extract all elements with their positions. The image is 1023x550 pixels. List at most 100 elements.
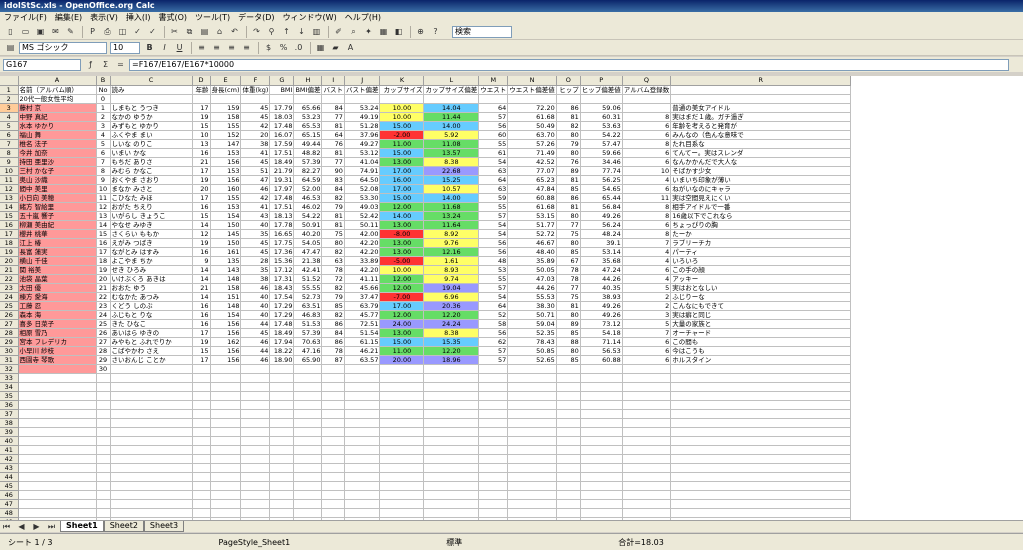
cell[interactable]: 24.00 [379, 319, 425, 329]
cell[interactable]: 63.79 [344, 301, 381, 311]
cell[interactable] [507, 373, 557, 383]
cell[interactable]: 18.13 [269, 211, 295, 221]
cell[interactable]: いけぶくろ あきは [110, 274, 193, 284]
cell[interactable] [240, 373, 271, 383]
cell[interactable]: 15.00 [379, 337, 425, 347]
cell[interactable] [110, 382, 193, 392]
cell[interactable] [556, 490, 581, 500]
cell[interactable]: 65.66 [293, 103, 323, 113]
cell[interactable] [556, 508, 581, 518]
menu-item[interactable]: 挿入(I) [122, 12, 155, 24]
cell[interactable] [670, 400, 852, 410]
cell[interactable] [379, 409, 425, 419]
cell[interactable]: 6.96 [423, 292, 480, 302]
cell[interactable] [210, 454, 242, 464]
print-icon[interactable]: ⎙ [101, 26, 114, 38]
cell[interactable]: ホルスタイン [670, 355, 852, 365]
cell[interactable] [580, 409, 623, 419]
cell[interactable] [18, 373, 97, 383]
find-icon[interactable]: ⌕ [347, 26, 360, 38]
cell[interactable] [478, 436, 509, 446]
cell[interactable]: 11.00 [379, 139, 425, 149]
cell[interactable]: 43 [240, 211, 271, 221]
column-header[interactable]: H [293, 76, 323, 86]
cell[interactable] [580, 463, 623, 473]
cell[interactable]: バスト [321, 85, 345, 95]
cell[interactable]: 11.64 [423, 220, 480, 230]
row-header[interactable]: 37 [0, 409, 19, 419]
cell[interactable]: 19.31 [269, 175, 295, 185]
cell[interactable] [478, 373, 509, 383]
row-header[interactable]: 10 [0, 166, 19, 176]
cell[interactable] [240, 418, 271, 428]
preview-icon[interactable]: ◫ [116, 26, 129, 38]
cell[interactable] [580, 418, 623, 428]
cell[interactable]: 森本 海 [18, 310, 97, 320]
cell[interactable] [507, 418, 557, 428]
cell[interactable]: むなかた あつみ [110, 292, 193, 302]
cell[interactable] [622, 409, 672, 419]
cell[interactable] [269, 382, 295, 392]
cell[interactable]: ながとみ はすみ [110, 247, 193, 257]
cell[interactable]: 81 [556, 112, 581, 122]
cell[interactable]: -2.00 [379, 130, 425, 140]
cell[interactable]: 54 [478, 220, 509, 230]
row-header[interactable]: 19 [0, 247, 19, 257]
cell[interactable]: 150 [210, 220, 242, 230]
cell[interactable]: 福山 舞 [18, 130, 97, 140]
cell[interactable]: 17.94 [269, 337, 295, 347]
cell[interactable]: 5 [96, 139, 111, 149]
cell[interactable] [580, 373, 623, 383]
cell[interactable]: 38 [240, 274, 271, 284]
cell[interactable]: 7 [622, 238, 672, 248]
justify-icon[interactable]: ≡ [240, 42, 253, 54]
cell[interactable]: くどう しのぶ [110, 301, 193, 311]
cell[interactable]: 156 [210, 328, 242, 338]
cell[interactable]: 20代一般女性平均 [18, 94, 97, 104]
cell[interactable]: 63 [478, 166, 509, 176]
cell[interactable]: 63.70 [507, 130, 557, 140]
cell[interactable]: 159 [210, 103, 242, 113]
cell[interactable] [321, 400, 345, 410]
cell[interactable] [580, 400, 623, 410]
cell[interactable] [622, 472, 672, 482]
cell[interactable] [18, 445, 97, 455]
cell[interactable]: 14 [192, 292, 211, 302]
cell[interactable] [293, 508, 323, 518]
cell[interactable]: ちょっぴりの胸 [670, 220, 852, 230]
row-header[interactable]: 28 [0, 328, 19, 338]
cell[interactable]: 63 [321, 256, 345, 266]
cell[interactable] [110, 94, 193, 104]
row-header[interactable]: 8 [0, 148, 19, 158]
cell[interactable]: 148 [210, 301, 242, 311]
column-header[interactable]: L [423, 76, 480, 86]
cell[interactable]: 46 [240, 355, 271, 365]
tab-nav-icon[interactable]: ▶ [30, 521, 43, 532]
cell[interactable] [622, 400, 672, 410]
cell[interactable]: 27 [96, 337, 111, 347]
cell[interactable]: 19 [192, 112, 211, 122]
tab-nav-icon[interactable]: ⏮ [0, 521, 13, 532]
row-header[interactable]: 48 [0, 508, 19, 518]
cell[interactable]: いまい かな [110, 148, 193, 158]
cell[interactable]: 76 [556, 157, 581, 167]
sheet-tab[interactable]: Sheet3 [143, 521, 185, 532]
cell[interactable] [18, 400, 97, 410]
cell[interactable]: 17 [192, 328, 211, 338]
cell[interactable] [556, 454, 581, 464]
cell[interactable]: ウエスト [478, 85, 509, 95]
cell[interactable]: ヒップ偏差値 [580, 85, 623, 95]
cell[interactable]: 49.27 [344, 139, 381, 149]
cell[interactable]: 10.57 [423, 184, 480, 194]
cell[interactable]: 155 [210, 121, 242, 131]
cell[interactable] [423, 427, 480, 437]
cell[interactable] [293, 427, 323, 437]
cell[interactable]: 名前（アルバム順） [18, 85, 97, 95]
cell[interactable] [18, 418, 97, 428]
cell[interactable]: 17.97 [269, 184, 295, 194]
cell[interactable]: 77 [556, 220, 581, 230]
cell[interactable]: 14.04 [423, 103, 480, 113]
row-header[interactable]: 44 [0, 472, 19, 482]
cell[interactable] [379, 436, 425, 446]
cell[interactable] [344, 409, 381, 419]
